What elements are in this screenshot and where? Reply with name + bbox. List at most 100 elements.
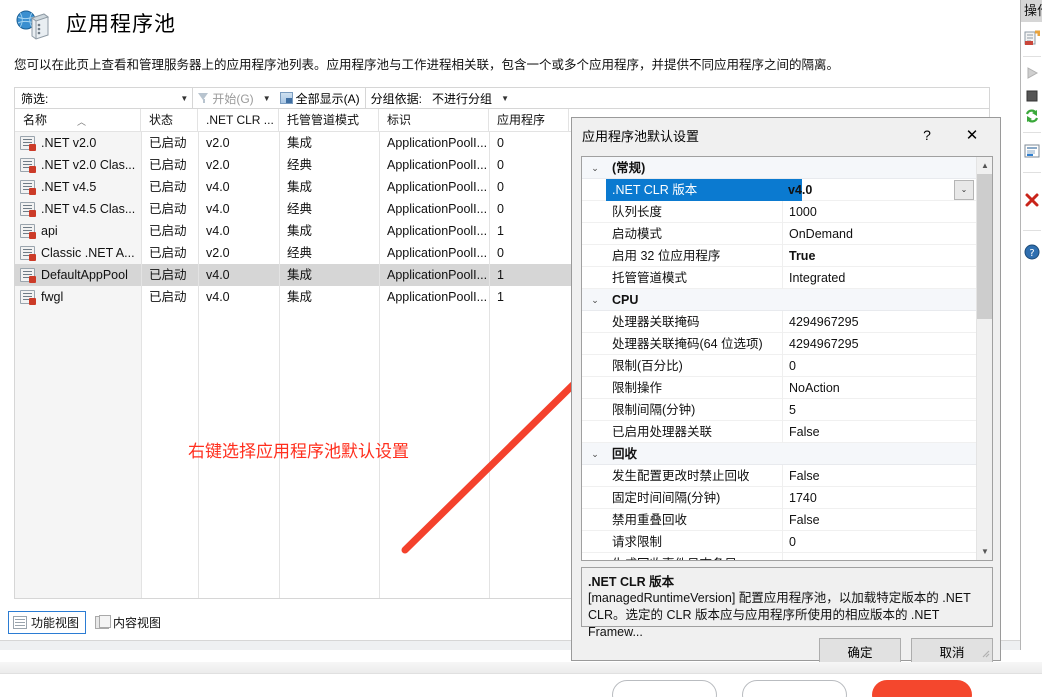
background-button-1[interactable] — [612, 680, 717, 697]
go-button[interactable]: 开始(G) — [193, 88, 258, 108]
property-name: 队列长度 — [612, 205, 663, 219]
column-header-0[interactable]: 名称 ︿ — [15, 109, 141, 131]
property-value[interactable]: 0 — [782, 531, 976, 553]
property-row[interactable]: 限制(百分比) 0 — [582, 355, 992, 377]
ok-button[interactable]: 确定 — [819, 638, 901, 665]
property-row[interactable]: 发生配置更改时禁止回收 False — [582, 465, 992, 487]
group-by-value: 不进行分组 — [432, 91, 493, 106]
cell-text: DefaultAppPool — [41, 268, 128, 282]
tab-features-view[interactable]: 功能视图 — [8, 610, 87, 634]
property-value[interactable]: 1000 — [782, 201, 976, 223]
go-dropdown-icon[interactable]: ▼ — [259, 88, 275, 108]
scroll-up-button[interactable]: ▲ — [977, 157, 992, 174]
cell-text: 经典 — [287, 246, 313, 260]
table-cell-clr: v4.0 — [198, 264, 279, 286]
property-value[interactable]: 1740 — [782, 487, 976, 509]
filter-label: 筛选: — [21, 91, 49, 106]
help-icon[interactable]: ? — [912, 122, 942, 148]
actions-pane: 操作 — [1020, 0, 1042, 650]
cell-text: 已启动 — [149, 246, 187, 260]
column-header-3[interactable]: 托管管道模式 — [279, 109, 379, 131]
column-header-1[interactable]: 状态 — [141, 109, 198, 131]
help-icon[interactable]: ? — [1024, 244, 1040, 260]
cell-text: v4.0 — [206, 224, 230, 238]
column-header-5[interactable]: 应用程序 — [489, 109, 569, 131]
property-name: 处理器关联掩码(64 位选项) — [612, 337, 763, 351]
property-row[interactable]: 启动模式 OnDemand — [582, 223, 992, 245]
property-row[interactable]: 限制间隔(分钟) 5 — [582, 399, 992, 421]
scroll-down-button[interactable]: ▼ — [977, 543, 992, 560]
cell-text: 集成 — [287, 290, 313, 304]
group-by-dropdown-icon[interactable]: ▼ — [497, 88, 513, 108]
property-value[interactable] — [782, 553, 976, 560]
property-row[interactable]: .NET CLR 版本 v4.0 ⌄ — [582, 179, 992, 201]
table-cell-state: 已启动 — [141, 132, 198, 154]
column-header-label: 托管管道模式 — [287, 113, 360, 127]
table-cell-clr: v2.0 — [198, 132, 279, 154]
filter-dropdown-icon[interactable]: ▼ — [176, 88, 192, 108]
property-row[interactable]: 请求限制 0 — [582, 531, 992, 553]
property-category-row[interactable]: ⌄ 回收 — [582, 443, 992, 465]
table-cell-pipeline: 经典 — [279, 198, 379, 220]
go-label: 开始(G) — [212, 91, 254, 106]
property-value[interactable]: 5 — [782, 399, 976, 421]
property-row[interactable]: 启用 32 位应用程序 True — [582, 245, 992, 267]
app-pool-icon — [16, 10, 50, 40]
property-value[interactable]: False — [782, 421, 976, 443]
chevron-right-icon[interactable]: › — [590, 553, 604, 560]
property-value[interactable]: NoAction — [782, 377, 976, 399]
property-row[interactable]: 固定时间间隔(分钟) 1740 — [582, 487, 992, 509]
annotation-text: 右键选择应用程序池默认设置 — [188, 442, 409, 462]
column-header-2[interactable]: ​.NET CLR ... — [198, 109, 279, 131]
chevron-down-icon[interactable]: ⌄ — [954, 180, 974, 200]
table-cell-state: 已启动 — [141, 242, 198, 264]
stop-icon[interactable] — [1024, 88, 1040, 104]
property-category-row[interactable]: ⌄ (常规) — [582, 157, 992, 179]
show-all-button[interactable]: 全部显示(A) — [275, 88, 365, 108]
property-row[interactable]: 处理器关联掩码 4294967295 — [582, 311, 992, 333]
property-row[interactable]: 托管管道模式 Integrated — [582, 267, 992, 289]
property-row[interactable]: 队列长度 1000 — [582, 201, 992, 223]
cell-text: ApplicationPoolI... — [387, 158, 488, 172]
property-value[interactable]: Integrated — [782, 267, 976, 289]
property-name: 启用 32 位应用程序 — [612, 249, 721, 263]
property-value[interactable]: 4294967295 — [782, 311, 976, 333]
property-value[interactable]: False — [782, 465, 976, 487]
property-row[interactable]: 已启用处理器关联 False — [582, 421, 992, 443]
basic-settings-icon[interactable] — [1024, 143, 1040, 159]
scrollbar-thumb[interactable] — [977, 174, 992, 319]
column-guide — [489, 132, 490, 598]
property-value[interactable]: OnDemand — [782, 223, 976, 245]
column-header-4[interactable]: 标识 — [379, 109, 489, 131]
remove-icon[interactable] — [1024, 192, 1040, 208]
dialog-titlebar: 应用程序池默认设置 ? ✕ — [572, 118, 1000, 152]
page-description: 您可以在此页上查看和管理服务器上的应用程序池列表。应用程序池与工作进程相关联，包… — [14, 58, 840, 72]
property-value[interactable]: 0 — [782, 355, 976, 377]
chevron-down-icon[interactable]: ⌄ — [588, 157, 602, 179]
resize-grip[interactable] — [980, 648, 990, 658]
property-value[interactable]: v4.0 — [782, 179, 976, 201]
cell-text: v2.0 — [206, 136, 230, 150]
property-value[interactable]: True — [782, 245, 976, 267]
add-application-pool-icon[interactable] — [1024, 30, 1040, 46]
property-row[interactable]: 禁用重叠回收 False — [582, 509, 992, 531]
tab-content-view[interactable]: 内容视图 — [90, 611, 168, 634]
chevron-down-icon[interactable]: ⌄ — [588, 289, 602, 311]
cell-text: ApplicationPoolI... — [387, 268, 488, 282]
close-icon[interactable]: ✕ — [954, 122, 990, 148]
cell-text: Classic .NET A... — [41, 246, 135, 260]
filter-input[interactable] — [48, 88, 177, 108]
background-primary-button[interactable] — [872, 680, 972, 697]
recycle-icon[interactable] — [1024, 108, 1040, 124]
property-row[interactable]: 限制操作 NoAction — [582, 377, 992, 399]
property-category-row[interactable]: ⌄ CPU — [582, 289, 992, 311]
start-icon[interactable] — [1024, 65, 1040, 81]
property-value[interactable]: 4294967295 — [782, 333, 976, 355]
property-value[interactable]: False — [782, 509, 976, 531]
property-row[interactable]: › 生成回收事件日志条目 — [582, 553, 992, 560]
property-grid-scrollbar[interactable]: ▲ ▼ — [976, 157, 992, 560]
chevron-down-icon[interactable]: ⌄ — [588, 443, 602, 465]
table-cell-clr: v4.0 — [198, 220, 279, 242]
background-button-2[interactable] — [742, 680, 847, 697]
property-row[interactable]: 处理器关联掩码(64 位选项) 4294967295 — [582, 333, 992, 355]
